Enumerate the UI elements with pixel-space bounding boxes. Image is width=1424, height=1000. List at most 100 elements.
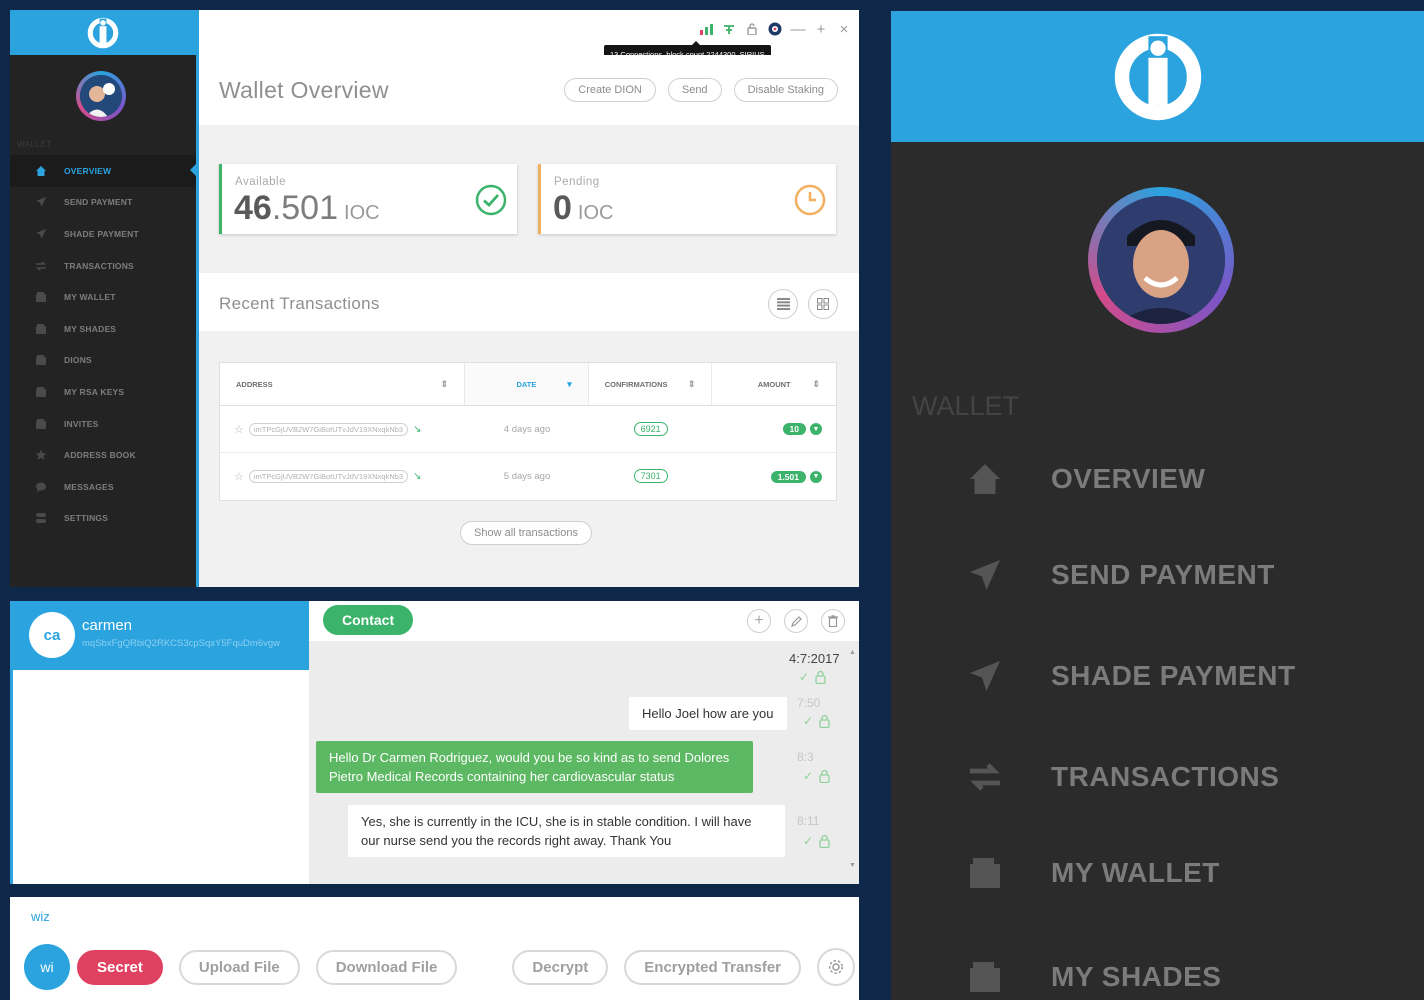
lock-icon[interactable] <box>745 22 759 36</box>
grid-view-button[interactable] <box>808 289 838 319</box>
sidebar-item-overview[interactable]: OVERVIEW <box>10 155 196 187</box>
user-avatar[interactable] <box>76 71 126 121</box>
contact-button[interactable]: Contact <box>323 605 414 635</box>
tx-address: imTPcGjUVB2W7GiBotUTvJdV19XNxqkNb3 <box>248 470 409 483</box>
column-confirmations[interactable]: CONFIRMATIONS ⇕ <box>589 363 713 405</box>
pencil-icon <box>790 615 802 627</box>
signal-bars-icon[interactable] <box>699 22 713 36</box>
chevron-down-icon[interactable]: ▼ <box>810 423 822 435</box>
zoom-item-label: MY WALLET <box>1051 857 1220 888</box>
wallet-icon <box>34 290 48 304</box>
tx-confirmations: 7301 <box>633 469 668 483</box>
contact-name: carmen <box>82 617 133 634</box>
chat-bubble-icon <box>34 480 48 494</box>
pending-label: Pending <box>554 176 600 188</box>
table-row[interactable]: ☆ imTPcGjUVB2W7GiBotUTvJdV19XNxqkNb3 ↘ 4 d… <box>220 406 836 453</box>
incoming-arrow-icon: ↘ <box>413 471 422 482</box>
decrypt-button[interactable]: Decrypt <box>512 949 609 985</box>
sidebar-item-invites[interactable]: INVITES <box>10 408 196 440</box>
contact-item-carmen[interactable]: ca carmen mqSbxFgQRbiQ2RKCS3cpSqxY5FquDm… <box>13 601 309 670</box>
conversation-toolbar: Contact + <box>309 601 859 641</box>
sidebar-item-my-shades[interactable]: MY SHADES <box>10 313 196 345</box>
zoom-item-label: OVERVIEW <box>1051 463 1206 494</box>
contact-avatar: ca <box>29 612 75 658</box>
add-button[interactable]: + <box>747 609 771 633</box>
star-outline-icon[interactable]: ☆ <box>234 470 244 483</box>
sort-icon: ⇕ <box>687 378 696 389</box>
column-address[interactable]: ADDRESS ⇕ <box>220 363 466 405</box>
message-incoming: Hello Joel how are you <box>629 697 787 730</box>
pending-amount: 0 IOC <box>553 189 614 227</box>
delete-button[interactable] <box>821 609 845 633</box>
upload-file-button[interactable]: Upload File <box>178 949 300 985</box>
trash-icon <box>828 615 838 627</box>
sidebar-item-shade-payment[interactable]: SHADE PAYMENT <box>10 218 196 250</box>
encrypted-transfer-button[interactable]: Encrypted Transfer <box>624 949 801 985</box>
check-icon: ✓ <box>799 670 810 684</box>
wallet-icon <box>34 353 48 367</box>
message-scrollbar[interactable]: ▲ ▼ <box>849 649 856 884</box>
column-date[interactable]: DATE ▾ <box>465 363 589 405</box>
contact-list: ca carmen mqSbxFgQRbiQ2RKCS3cpSqxY5FquDm… <box>10 601 309 884</box>
chevron-down-icon[interactable]: ▼ <box>810 470 822 483</box>
wallet-header: Wallet Overview Create DION Send Disable… <box>199 55 859 125</box>
show-all-transactions-button[interactable]: Show all transactions <box>460 521 592 545</box>
sidebar-item-my-wallet[interactable]: MY WALLET <box>10 281 196 313</box>
message-input[interactable]: wiz <box>31 909 50 924</box>
avatar-face-icon <box>80 75 122 117</box>
sidebar-item-label: MY RSA KEYS <box>64 386 125 397</box>
minimize-icon[interactable]: — <box>791 21 806 38</box>
table-row[interactable]: ☆ imTPcGjUVB2W7GiBotUTvJdV19XNxqkNb3 ↘ 5 d… <box>220 453 836 500</box>
check-icon: ✓ <box>803 769 814 783</box>
create-dion-button[interactable]: Create DION <box>564 78 656 102</box>
zoom-item-transactions[interactable]: TRANSACTIONS <box>891 729 1424 825</box>
list-icon <box>776 298 790 310</box>
compose-bar: wiz wi Secret Upload File Download File … <box>10 897 859 1000</box>
scroll-up-icon[interactable]: ▲ <box>849 649 856 656</box>
zoom-item-label: MY SHADES <box>1051 961 1222 992</box>
pending-balance-card: Pending 0 IOC <box>538 164 836 234</box>
zoom-item-shade-payment[interactable]: SHADE PAYMENT <box>891 623 1424 729</box>
sidebar-item-address-book[interactable]: ADDRESS BOOK <box>10 439 196 471</box>
lock-icon <box>819 834 830 848</box>
sidebar-item-messages[interactable]: MESSAGES <box>10 471 196 503</box>
scroll-down-icon[interactable]: ▼ <box>849 862 856 869</box>
check-icon: ✓ <box>803 714 814 728</box>
settings-button[interactable] <box>817 948 855 986</box>
sidebar-item-transactions[interactable]: TRANSACTIONS <box>10 250 196 282</box>
available-balance-card: Available 46.501 IOC <box>219 164 517 234</box>
message-incoming: Yes, she is currently in the ICU, she is… <box>348 805 785 857</box>
sidebar-item-settings[interactable]: SETTINGS <box>10 503 196 535</box>
globe-icon[interactable] <box>768 22 782 36</box>
download-file-button[interactable]: Download File <box>315 949 458 985</box>
send-button[interactable]: Send <box>667 78 722 102</box>
paper-plane-icon <box>34 227 48 241</box>
column-amount[interactable]: AMOUNT ⇕ <box>712 363 836 405</box>
delivery-status: ✓ <box>803 834 830 848</box>
sidebar-item-label: ADDRESS BOOK <box>64 450 136 461</box>
list-view-button[interactable] <box>768 289 798 319</box>
secret-button[interactable]: Secret <box>77 949 163 985</box>
sync-icon[interactable] <box>722 22 736 36</box>
lock-icon <box>815 670 826 684</box>
sidebar-item-label: SETTINGS <box>64 513 109 524</box>
zoom-item-my-wallet[interactable]: MY WALLET <box>891 825 1424 921</box>
close-icon[interactable]: × <box>837 21 851 38</box>
sidebar-item-my-rsa-keys[interactable]: MY RSA KEYS <box>10 376 196 408</box>
sidebar-item-send-payment[interactable]: SEND PAYMENT <box>10 187 196 219</box>
star-outline-icon[interactable]: ☆ <box>234 423 244 436</box>
zoom-item-my-shades[interactable]: MY SHADES <box>891 921 1424 1000</box>
available-label: Available <box>235 176 286 188</box>
zoom-item-overview[interactable]: OVERVIEW <box>891 431 1424 527</box>
recent-transactions-title: Recent Transactions <box>219 294 380 313</box>
edit-button[interactable] <box>784 609 808 633</box>
ioc-logo-icon <box>1114 33 1201 120</box>
zoom-item-send-payment[interactable]: SEND PAYMENT <box>891 527 1424 623</box>
transfer-arrows-icon <box>34 259 48 273</box>
zoom-user-avatar[interactable] <box>1088 187 1234 333</box>
maximize-icon[interactable]: + <box>814 21 828 38</box>
paper-plane-icon <box>965 656 1005 696</box>
sidebar-item-dions[interactable]: DIONS <box>10 345 196 377</box>
transfer-arrows-icon <box>965 757 1005 797</box>
disable-staking-button[interactable]: Disable Staking <box>733 78 838 102</box>
